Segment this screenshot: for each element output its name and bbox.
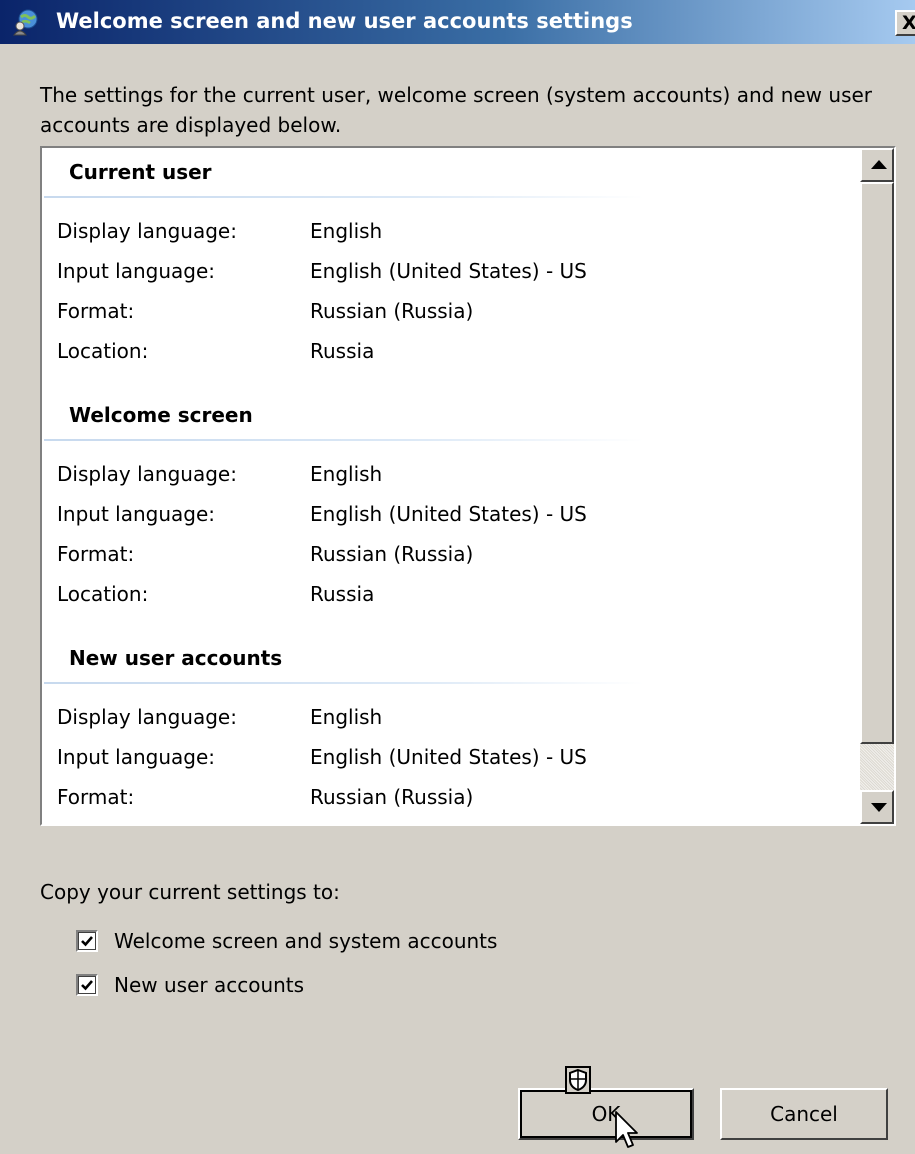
check-icon (81, 980, 93, 991)
ok-button[interactable]: OK (518, 1088, 694, 1140)
new-user-accounts-checkbox-label[interactable]: New user accounts (114, 970, 304, 1000)
section-divider (44, 439, 644, 441)
setting-value: Russian (Russia) (310, 542, 474, 566)
setting-label: Display language: (57, 705, 237, 729)
mouse-pointer-icon (614, 1110, 640, 1154)
section-divider (44, 196, 644, 198)
scroll-down-button[interactable] (860, 790, 894, 824)
close-button[interactable]: X (895, 10, 915, 36)
setting-label: Location: (57, 582, 149, 606)
setting-value: Russia (310, 582, 375, 606)
setting-value: English (310, 462, 383, 486)
setting-value: English (United States) - US (310, 745, 587, 769)
intro-text: The settings for the current user, welco… (40, 83, 873, 137)
setting-value: Russian (Russia) (310, 299, 474, 323)
new-user-accounts-checkbox[interactable] (76, 974, 98, 996)
setting-value: Russian (Russia) (310, 785, 474, 809)
setting-value: English (310, 705, 383, 729)
window-title: Welcome screen and new user accounts set… (56, 9, 633, 33)
welcome-screen-checkbox-label[interactable]: Welcome screen and system accounts (114, 926, 497, 956)
check-icon (81, 936, 93, 947)
arrow-up-icon (871, 160, 887, 169)
setting-label: Input language: (57, 259, 215, 283)
settings-list[interactable]: Current user Display language: English I… (40, 146, 896, 826)
setting-label: Display language: (57, 219, 237, 243)
section-title-welcome-screen: Welcome screen (69, 403, 253, 427)
setting-label: Display language: (57, 462, 237, 486)
scroll-up-button[interactable] (860, 148, 894, 182)
section-title-current-user: Current user (69, 160, 212, 184)
setting-value: English (United States) - US (310, 259, 587, 283)
setting-label: Format: (57, 299, 135, 323)
section-title-new-user-accounts: New user accounts (69, 646, 283, 670)
globe-user-icon (12, 8, 40, 36)
vertical-scrollbar[interactable] (860, 148, 894, 824)
uac-shield-icon (565, 1066, 591, 1094)
section-divider (44, 682, 644, 684)
setting-label: Input language: (57, 502, 215, 526)
setting-value: English (310, 219, 383, 243)
setting-label: Format: (57, 542, 135, 566)
setting-label: Location: (57, 339, 149, 363)
setting-label: Input language: (57, 745, 215, 769)
setting-value: Russia (310, 339, 375, 363)
cancel-button[interactable]: Cancel (720, 1088, 888, 1140)
scroll-thumb[interactable] (860, 182, 894, 744)
arrow-down-icon (871, 803, 887, 812)
setting-value: English (United States) - US (310, 502, 587, 526)
copy-settings-label: Copy your current settings to: (40, 880, 340, 904)
welcome-screen-checkbox[interactable] (76, 930, 98, 952)
title-bar[interactable]: Welcome screen and new user accounts set… (0, 0, 915, 44)
setting-label: Format: (57, 785, 135, 809)
